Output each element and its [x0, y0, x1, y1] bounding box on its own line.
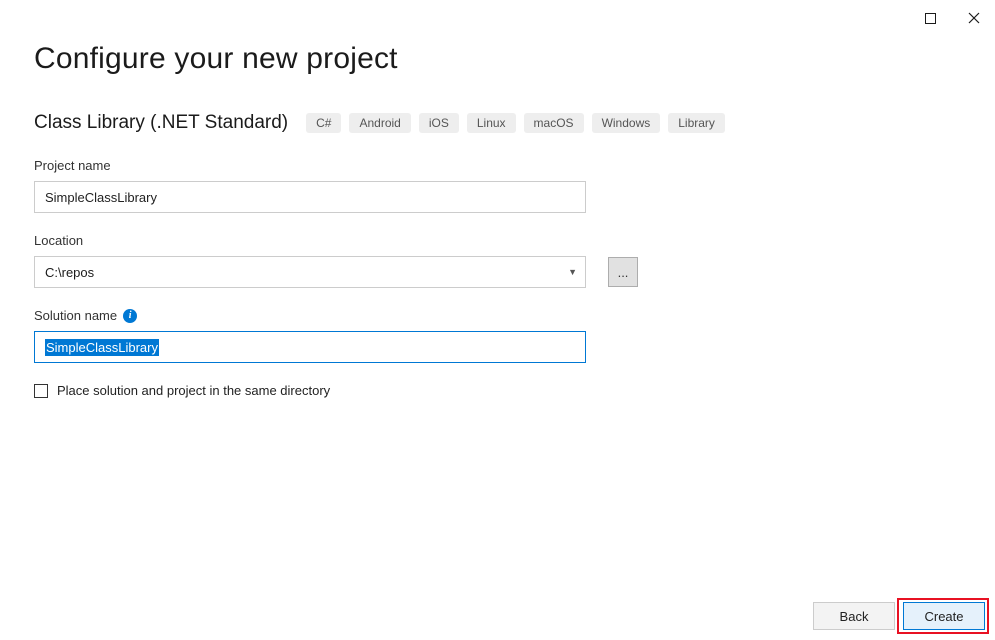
tag-windows: Windows — [592, 113, 661, 133]
info-icon[interactable]: i — [123, 309, 137, 323]
solution-name-label: Solution name — [34, 308, 117, 323]
same-directory-label: Place solution and project in the same d… — [57, 383, 330, 398]
dialog-footer: Back Create — [813, 602, 985, 630]
template-row: Class Library (.NET Standard) C# Android… — [34, 112, 961, 134]
back-button[interactable]: Back — [813, 602, 895, 630]
tag-ios: iOS — [419, 113, 459, 133]
solution-name-group: Solution name i SimpleClassLibrary — [34, 308, 961, 363]
solution-name-value: SimpleClassLibrary — [45, 339, 159, 356]
same-directory-row[interactable]: Place solution and project in the same d… — [34, 383, 961, 398]
location-value: C:\repos — [45, 265, 94, 280]
chevron-down-icon: ▼ — [568, 267, 577, 277]
project-name-group: Project name — [34, 158, 961, 213]
solution-name-input[interactable]: SimpleClassLibrary — [34, 331, 586, 363]
tag-linux: Linux — [467, 113, 516, 133]
template-name: Class Library (.NET Standard) — [34, 112, 288, 134]
project-name-label: Project name — [34, 158, 961, 173]
same-directory-checkbox[interactable] — [34, 384, 48, 398]
solution-name-label-row: Solution name i — [34, 308, 961, 323]
location-group: Location C:\repos ▼ ... — [34, 233, 961, 288]
close-button[interactable] — [961, 8, 987, 28]
tag-macos: macOS — [524, 113, 584, 133]
location-label: Location — [34, 233, 961, 248]
browse-button[interactable]: ... — [608, 257, 638, 287]
page-title: Configure your new project — [34, 42, 961, 76]
window-titlebar — [917, 0, 995, 32]
tag-csharp: C# — [306, 113, 341, 133]
tag-library: Library — [668, 113, 725, 133]
tag-android: Android — [349, 113, 410, 133]
create-button[interactable]: Create — [903, 602, 985, 630]
project-name-input[interactable] — [34, 181, 586, 213]
dialog-content: Configure your new project Class Library… — [34, 42, 961, 398]
configure-project-dialog: Configure your new project Class Library… — [0, 0, 995, 640]
location-combobox[interactable]: C:\repos ▼ — [34, 256, 586, 288]
maximize-button[interactable] — [917, 8, 943, 28]
